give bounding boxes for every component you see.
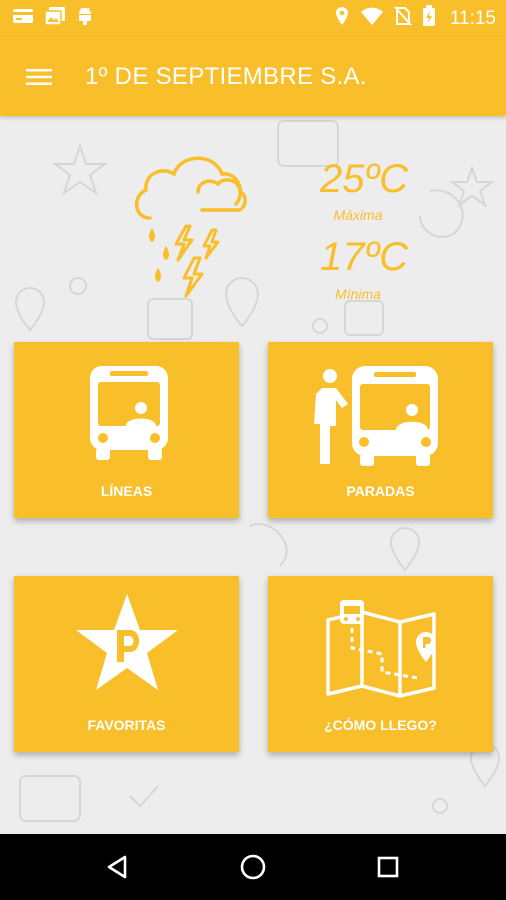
- star-p-icon: [76, 594, 178, 690]
- storm-cloud-icon: [135, 156, 247, 298]
- min-temperature-label: Mínima: [335, 286, 381, 302]
- wifi-icon: [360, 6, 384, 31]
- bus-stop-icon: [314, 366, 438, 466]
- home-icon[interactable]: [223, 837, 283, 897]
- location-icon: [334, 6, 350, 31]
- card-icon: [12, 7, 34, 30]
- status-bar: 11:15: [0, 0, 506, 37]
- tile-lineas[interactable]: LÍNEAS: [14, 342, 239, 518]
- map-route-icon: [326, 600, 436, 698]
- tile-paradas[interactable]: PARADAS: [268, 342, 493, 518]
- battery-charging-icon: [422, 5, 436, 32]
- bus-icon: [90, 366, 168, 460]
- android-icon: [76, 6, 94, 31]
- images-icon: [44, 6, 66, 31]
- app-title: 1º DE SEPTIEMBRE S.A.: [85, 62, 367, 90]
- back-icon[interactable]: [88, 837, 148, 897]
- tile-como-llego[interactable]: ¿CÓMO LLEGO?: [268, 576, 493, 752]
- main-content: 25ºC Máxima 17ºC Mínima LÍNEAS PARADAS F…: [0, 116, 506, 834]
- hamburger-menu-icon[interactable]: [0, 37, 79, 116]
- tile-paradas-label: PARADAS: [346, 483, 415, 499]
- min-temperature: 17ºC: [320, 235, 408, 279]
- max-temperature-label: Máxima: [333, 207, 383, 223]
- no-sim-icon: [394, 6, 412, 31]
- tile-lineas-label: LÍNEAS: [100, 483, 153, 499]
- tile-favoritas[interactable]: FAVORITAS: [14, 576, 239, 752]
- app-bar: 1º DE SEPTIEMBRE S.A.: [0, 37, 506, 116]
- recents-icon[interactable]: [358, 837, 418, 897]
- system-nav-bar: [0, 834, 506, 900]
- tile-como-llego-label: ¿CÓMO LLEGO?: [324, 717, 437, 733]
- tile-favoritas-label: FAVORITAS: [87, 717, 166, 733]
- max-temperature: 25ºC: [320, 157, 408, 201]
- status-time: 11:15: [449, 7, 496, 29]
